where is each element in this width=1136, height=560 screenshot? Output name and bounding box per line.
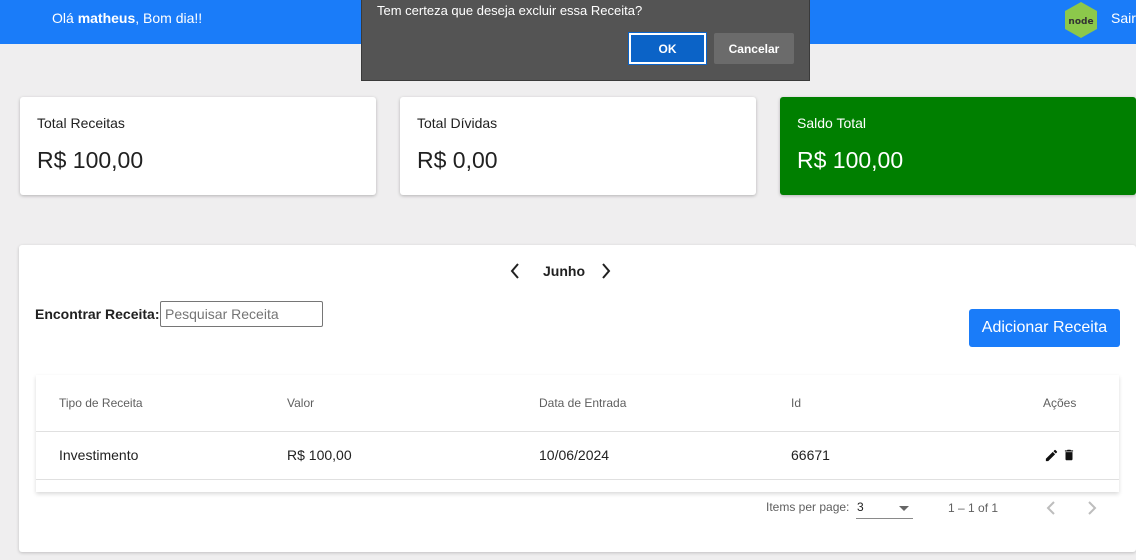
column-header[interactable]: Id xyxy=(791,396,801,410)
greeting-text: Olá matheus, Bom dia!! xyxy=(52,10,203,26)
card-label: Saldo Total xyxy=(797,115,867,131)
month-label: Junho xyxy=(543,263,585,279)
receitas-table: Tipo de Receita Valor Data de Entrada Id… xyxy=(36,375,1119,492)
nodejs-logo-icon: node xyxy=(1065,2,1097,38)
chevron-right-icon[interactable] xyxy=(1086,499,1098,517)
items-per-page-select[interactable]: 3 xyxy=(856,495,913,519)
card-label: Total Dívidas xyxy=(417,115,498,131)
dropdown-arrow-icon xyxy=(899,506,909,511)
table-row: Investimento R$ 100,00 10/06/2024 66671 xyxy=(36,432,1119,480)
delete-icon[interactable] xyxy=(1062,447,1076,463)
total-dividas-card: Total Dívidas R$ 0,00 xyxy=(400,97,756,195)
search-label: Encontrar Receita: xyxy=(35,306,160,322)
total-receitas-card: Total Receitas R$ 100,00 xyxy=(20,97,376,195)
ok-button[interactable]: OK xyxy=(628,32,707,65)
card-amount: R$ 100,00 xyxy=(797,147,904,173)
logout-link[interactable]: Sair xyxy=(1111,10,1136,26)
table-header: Tipo de Receita Valor Data de Entrada Id… xyxy=(36,375,1119,432)
cell-tipo: Investimento xyxy=(59,447,139,463)
user-name: matheus xyxy=(77,10,136,26)
column-header[interactable]: Valor xyxy=(287,396,314,410)
cell-valor: R$ 100,00 xyxy=(287,447,352,463)
cell-id: 66671 xyxy=(791,447,830,463)
card-amount: R$ 100,00 xyxy=(37,147,144,173)
column-header: Ações xyxy=(1043,396,1077,410)
cell-data: 10/06/2024 xyxy=(539,447,610,463)
search-input[interactable] xyxy=(160,301,323,327)
saldo-total-card: Saldo Total R$ 100,00 xyxy=(780,97,1136,195)
receitas-panel: Junho Encontrar Receita: Adicionar Recei… xyxy=(19,245,1136,552)
paginator-range-label: 1 – 1 of 1 xyxy=(948,501,999,515)
svg-text:node: node xyxy=(1068,17,1093,27)
chevron-right-icon[interactable] xyxy=(599,261,613,281)
add-receita-button[interactable]: Adicionar Receita xyxy=(969,309,1120,347)
column-header[interactable]: Data de Entrada xyxy=(539,396,626,410)
confirm-dialog-message: Tem certeza que deseja excluir essa Rece… xyxy=(377,3,643,18)
card-label: Total Receitas xyxy=(37,115,125,131)
chevron-left-icon[interactable] xyxy=(1045,499,1057,517)
edit-icon[interactable] xyxy=(1044,448,1059,463)
cancel-button[interactable]: Cancelar xyxy=(714,33,794,64)
column-header[interactable]: Tipo de Receita xyxy=(59,396,143,410)
confirm-dialog: Tem certeza que deseja excluir essa Rece… xyxy=(361,0,810,81)
card-amount: R$ 0,00 xyxy=(417,147,498,173)
items-per-page-label: Items per page: xyxy=(766,500,850,514)
chevron-left-icon[interactable] xyxy=(508,261,522,281)
items-per-page-value: 3 xyxy=(857,500,864,514)
